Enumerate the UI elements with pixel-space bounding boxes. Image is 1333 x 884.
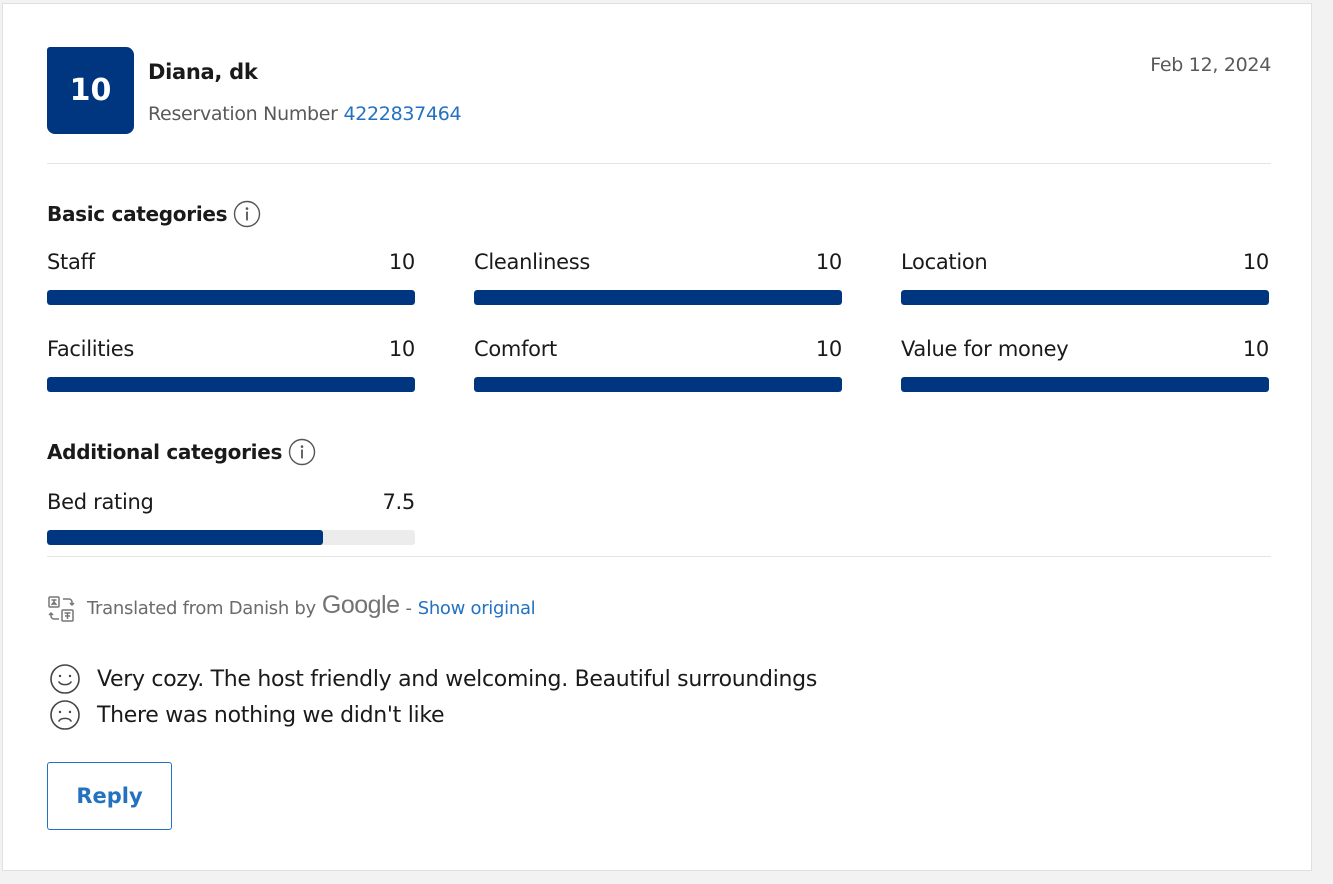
category-facilities: Facilities 10 xyxy=(47,337,415,393)
info-icon[interactable] xyxy=(288,438,316,466)
reviewer-name: Diana, dk xyxy=(148,60,258,84)
positive-comment-text: Very cozy. The host friendly and welcomi… xyxy=(97,666,817,692)
category-value: 10 xyxy=(815,337,842,361)
category-label: Comfort xyxy=(474,337,557,361)
category-comfort: Comfort 10 xyxy=(474,337,842,393)
category-bed-rating: Bed rating 7.5 xyxy=(47,490,415,546)
category-value: 10 xyxy=(815,250,842,274)
sad-face-icon xyxy=(49,699,81,731)
category-bar-track xyxy=(474,290,842,305)
category-label: Staff xyxy=(47,250,95,274)
translation-notice: Translated from Danish by Google - Show … xyxy=(47,591,536,623)
review-card: 10 Diana, dk Reservation Number 42228374… xyxy=(2,3,1312,871)
category-staff: Staff 10 xyxy=(47,250,415,306)
reservation-number-link[interactable]: 4222837464 xyxy=(343,103,461,125)
section-title-text: Additional categories xyxy=(47,440,283,464)
category-bar-fill xyxy=(474,377,842,392)
positive-comment: Very cozy. The host friendly and welcomi… xyxy=(49,663,817,695)
category-location: Location 10 xyxy=(901,250,1269,306)
category-bar-fill xyxy=(901,290,1269,305)
category-label: Location xyxy=(901,250,988,274)
category-value: 10 xyxy=(388,250,415,274)
translate-icon xyxy=(47,595,75,623)
category-bar-track xyxy=(474,377,842,392)
category-bar-fill xyxy=(47,377,415,392)
google-logo-text: Google xyxy=(321,591,400,619)
category-bar-track xyxy=(901,290,1269,305)
divider xyxy=(47,163,1271,164)
category-value: 7.5 xyxy=(382,490,416,514)
score-badge: 10 xyxy=(47,47,134,134)
category-label: Value for money xyxy=(901,337,1069,361)
category-label: Cleanliness xyxy=(474,250,591,274)
translation-separator: - xyxy=(405,598,413,619)
category-bar-track xyxy=(47,377,415,392)
category-bar-track xyxy=(901,377,1269,392)
reply-button[interactable]: Reply xyxy=(47,762,172,830)
category-value: 10 xyxy=(1242,250,1269,274)
category-value-for-money: Value for money 10 xyxy=(901,337,1269,393)
category-bar-fill xyxy=(47,290,415,305)
category-value: 10 xyxy=(388,337,415,361)
section-title-text: Basic categories xyxy=(47,202,228,226)
category-bar-fill xyxy=(47,530,323,545)
negative-comment-text: There was nothing we didn't like xyxy=(97,702,445,728)
reservation-info: Reservation Number 4222837464 xyxy=(148,103,462,125)
negative-comment: There was nothing we didn't like xyxy=(49,699,445,731)
review-date: Feb 12, 2024 xyxy=(1150,54,1271,76)
review-card-content: 10 Diana, dk Reservation Number 42228374… xyxy=(47,4,1271,870)
reservation-label: Reservation Number xyxy=(148,103,338,125)
info-icon[interactable] xyxy=(233,200,261,228)
show-original-link[interactable]: Show original xyxy=(418,598,536,619)
category-bar-track xyxy=(47,530,415,545)
additional-categories-title: Additional categories xyxy=(47,438,316,466)
category-bar-track xyxy=(47,290,415,305)
smiley-icon xyxy=(49,663,81,695)
translation-prefix: Translated from Danish by xyxy=(87,598,316,619)
category-value: 10 xyxy=(1242,337,1269,361)
category-cleanliness: Cleanliness 10 xyxy=(474,250,842,306)
basic-categories-title: Basic categories xyxy=(47,200,261,228)
category-label: Facilities xyxy=(47,337,134,361)
category-label: Bed rating xyxy=(47,490,154,514)
category-bar-fill xyxy=(474,290,842,305)
category-bar-fill xyxy=(901,377,1269,392)
divider xyxy=(47,556,1271,557)
score-value: 10 xyxy=(69,73,112,108)
